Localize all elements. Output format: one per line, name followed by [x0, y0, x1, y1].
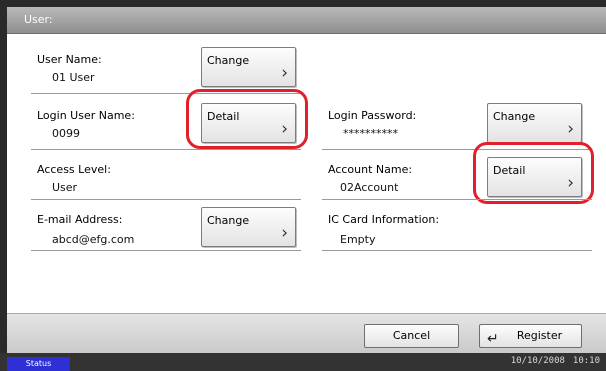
user-name-change-button[interactable]: Change ›	[201, 47, 296, 87]
chevron-right-icon: ›	[281, 223, 288, 243]
cancel-label: Cancel	[392, 329, 431, 342]
ic-card-label: IC Card Information:	[328, 213, 440, 226]
email-value: abcd@efg.com	[52, 233, 135, 246]
title-bar: User:	[7, 7, 606, 34]
divider	[31, 149, 301, 150]
ic-card-value: Empty	[340, 233, 376, 246]
user-name-value: 01 User	[52, 71, 95, 84]
access-level-value: User	[52, 181, 78, 194]
account-name-value: 02Account	[340, 181, 399, 194]
login-password-value: **********	[343, 127, 398, 140]
page-title: User:	[24, 13, 53, 26]
chevron-right-icon: ›	[567, 119, 574, 139]
cancel-button[interactable]: Cancel	[364, 324, 459, 348]
login-password-label: Login Password:	[328, 109, 417, 122]
register-label: Register	[516, 329, 563, 342]
divider	[322, 250, 592, 251]
user-detail-screen: User: User Name: 01 User Change › Login …	[7, 7, 606, 354]
login-user-name-value: 0099	[52, 127, 80, 140]
login-password-change-label: Change	[493, 110, 536, 123]
divider	[31, 199, 301, 200]
status-bar: Status 10/10/2008 10:10	[0, 353, 606, 371]
account-name-label: Account Name:	[328, 163, 413, 176]
divider	[322, 199, 592, 200]
register-button[interactable]: ↵ Register	[479, 324, 582, 348]
access-level-label: Access Level:	[37, 163, 111, 176]
status-button[interactable]: Status	[7, 357, 70, 371]
highlight-ring	[473, 142, 594, 204]
email-change-button[interactable]: Change ›	[201, 207, 296, 247]
email-change-label: Change	[207, 214, 250, 227]
login-password-change-button[interactable]: Change ›	[487, 103, 582, 143]
chevron-right-icon: ›	[281, 63, 288, 83]
date: 10/10/2008	[510, 356, 565, 366]
return-arrow-icon: ↵	[487, 331, 499, 347]
login-user-name-label: Login User Name:	[37, 109, 135, 122]
divider	[31, 250, 301, 251]
action-bar: Cancel ↵ Register	[7, 313, 606, 354]
clock: 10/10/2008 10:10	[503, 356, 600, 366]
user-name-label: User Name:	[37, 53, 102, 66]
time: 10:10	[572, 356, 600, 366]
user-name-change-label: Change	[207, 54, 250, 67]
highlight-ring	[186, 89, 308, 149]
email-label: E-mail Address:	[37, 213, 123, 226]
